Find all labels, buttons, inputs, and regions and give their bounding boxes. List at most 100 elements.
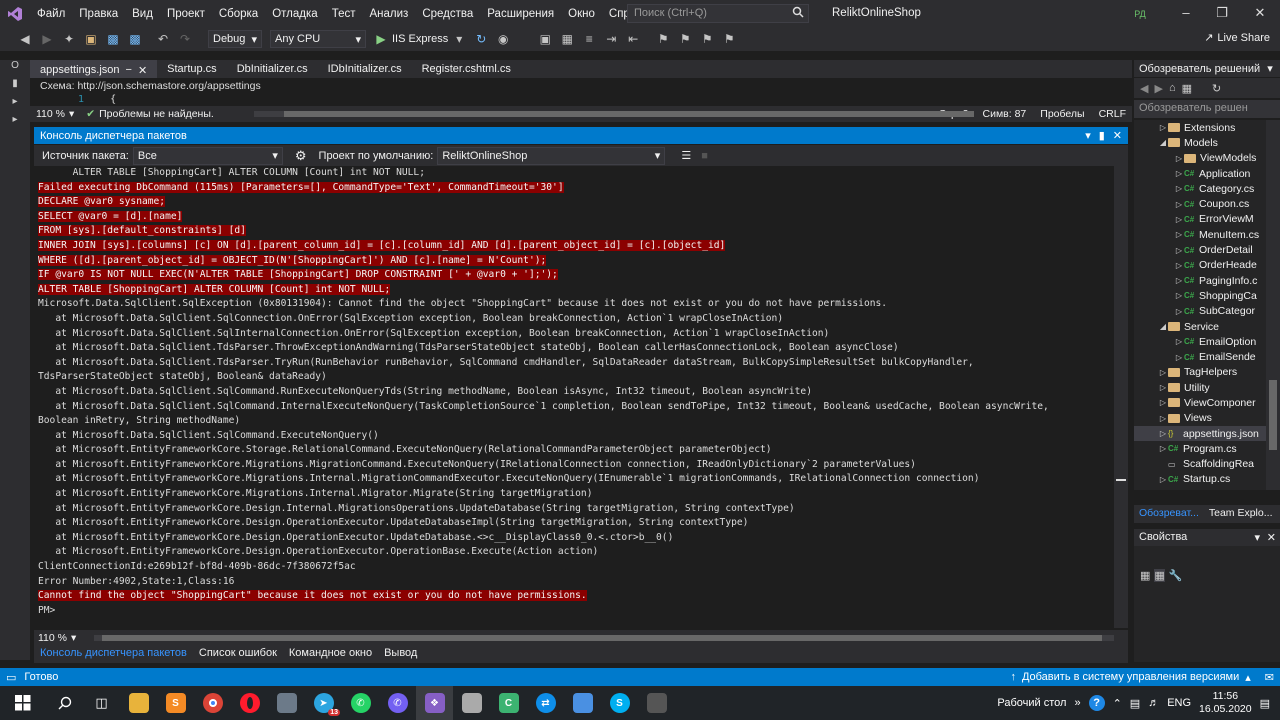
tree-item[interactable]: ▷ C# Category.cs (1134, 181, 1266, 196)
bookmark-icon[interactable]: ⚑ (654, 30, 672, 48)
bottom-tab[interactable]: Консоль диспетчера пакетов (34, 646, 193, 663)
expand-chevron-icon[interactable]: ▷ (1174, 337, 1184, 346)
expand-chevron-icon[interactable]: ▷ (1174, 154, 1184, 163)
expand-chevron-icon[interactable]: ▷ (1158, 429, 1168, 438)
doc-tab[interactable]: appsettings.json − ✕ (30, 60, 158, 78)
app-icon[interactable] (564, 686, 601, 720)
tree-item[interactable]: ▷ C# OrderDetail (1134, 242, 1266, 257)
tree-item[interactable]: ▷ Views (1134, 411, 1266, 426)
menu-item[interactable]: Файл (30, 8, 72, 20)
menu-item[interactable]: Тест (325, 8, 363, 20)
pmc-output[interactable]: ALTER TABLE [ShoppingCart] ALTER COLUMN … (34, 166, 1114, 628)
save-all-icon[interactable]: ▩ (126, 30, 144, 48)
forward-icon[interactable]: ▶ (38, 30, 56, 48)
expand-chevron-icon[interactable]: ▷ (1158, 475, 1168, 484)
sync-icon[interactable]: ↻ (1212, 82, 1221, 95)
doc-tab[interactable]: Register.cshtml.cs (412, 60, 521, 78)
expand-icon[interactable]: ▸ (0, 114, 30, 132)
app-icon[interactable] (453, 686, 490, 720)
menu-item[interactable]: Отладка (265, 8, 324, 20)
tree-item[interactable]: ▷ C# ShoppingCa (1134, 288, 1266, 303)
expand-chevron-icon[interactable]: ▷ (1174, 215, 1184, 224)
tree-item[interactable]: ▷ Extensions (1134, 120, 1266, 135)
editor-area[interactable]: 1 { (30, 94, 1132, 106)
teamviewer-icon[interactable]: ⇄ (527, 686, 564, 720)
expand-chevron-icon[interactable]: ▷ (1158, 368, 1168, 377)
expand-chevron-icon[interactable]: ◢ (1158, 138, 1168, 147)
pin-icon[interactable]: ▮ (1099, 129, 1105, 142)
whitespace-indicator[interactable]: Пробелы (1040, 108, 1084, 120)
skype-icon[interactable]: S (601, 686, 638, 720)
gear-icon[interactable]: ⚙ (295, 148, 307, 164)
expand-chevron-icon[interactable]: ▷ (1174, 353, 1184, 362)
close-button[interactable]: ✕ (1252, 5, 1268, 21)
new-project-icon[interactable]: ✦ (60, 30, 78, 48)
close-icon[interactable]: ✕ (1113, 129, 1122, 142)
expand-chevron-icon[interactable]: ▷ (1174, 246, 1184, 255)
maximize-button[interactable]: ❐ (1214, 5, 1230, 21)
avatar[interactable]: РД (1131, 5, 1149, 23)
chevron-down-icon[interactable]: ▾ (69, 108, 74, 120)
tree-item[interactable]: ▷ ViewComponer (1134, 395, 1266, 410)
expand-chevron-icon[interactable]: ▷ (1158, 414, 1168, 423)
back-icon[interactable]: ◀ (16, 30, 34, 48)
window-options-icon[interactable]: ▾ (1267, 63, 1273, 75)
menu-item[interactable]: Окно (561, 8, 602, 20)
chevron-icon[interactable]: » (1074, 697, 1080, 709)
expand-chevron-icon[interactable]: ▷ (1174, 291, 1184, 300)
alphabetical-icon[interactable]: ▦ (1154, 568, 1165, 582)
tree-item[interactable]: ▷ C# SubCategor (1134, 304, 1266, 319)
bookmark-clear-icon[interactable]: ⚑ (720, 30, 738, 48)
expand-chevron-icon[interactable]: ▷ (1158, 383, 1168, 392)
close-icon[interactable]: ✕ (138, 64, 147, 77)
chevron-up-icon[interactable]: ▴ (1245, 671, 1251, 684)
bookmark-prev-icon[interactable]: ⚑ (676, 30, 694, 48)
expand-chevron-icon[interactable]: ▷ (1174, 169, 1184, 178)
panel-tab[interactable]: Team Explo... (1204, 505, 1278, 523)
menu-item[interactable]: Правка (72, 8, 125, 20)
network-icon[interactable]: ▤ (1130, 697, 1140, 710)
pmc-zoom[interactable]: 110 % (38, 632, 67, 644)
pin-icon[interactable]: ▮ (0, 78, 30, 96)
calculator-icon[interactable] (638, 686, 675, 720)
clear-console-icon[interactable]: ☰ (681, 149, 691, 162)
bookmark-next-icon[interactable]: ⚑ (698, 30, 716, 48)
menu-item[interactable]: Вид (125, 8, 160, 20)
tree-item[interactable]: ▷ ViewModels (1134, 151, 1266, 166)
property-pages-icon[interactable]: 🔧 (1169, 569, 1183, 582)
tree-item[interactable]: ▷ C# ErrorViewM (1134, 212, 1266, 227)
configuration-select[interactable]: Debug ▾ (208, 30, 262, 48)
categorized-icon[interactable]: ▦ (1140, 569, 1150, 582)
expand-chevron-icon[interactable]: ▷ (1174, 307, 1184, 316)
window-options-icon[interactable]: ▾ (1085, 129, 1091, 142)
horizontal-scrollbar[interactable] (253, 111, 974, 117)
redo-icon[interactable]: ↷ (176, 30, 194, 48)
camtasia-icon[interactable]: C (490, 686, 527, 720)
search-icon[interactable] (46, 686, 83, 720)
chevron-down-icon[interactable]: ▾ (71, 632, 76, 644)
expand-chevron-icon[interactable]: ▷ (1158, 398, 1168, 407)
clock[interactable]: 11:56 16.05.2020 (1199, 690, 1252, 716)
tree-item[interactable]: ▷ C# Coupon.cs (1134, 196, 1266, 211)
eol-indicator[interactable]: CRLF (1099, 108, 1126, 120)
doc-tab[interactable]: DbInitializer.cs (227, 60, 318, 78)
tree-item[interactable]: ▷ C# EmailOption (1134, 334, 1266, 349)
bottom-tab[interactable]: Командное окно (283, 646, 378, 663)
search-input[interactable]: Поиск (Ctrl+Q) (627, 4, 809, 23)
whatsapp-icon[interactable]: ✆ (342, 686, 379, 720)
help-icon[interactable]: ? (1088, 695, 1105, 711)
add-to-source-control-button[interactable]: Добавить в систему управления версиями (1022, 671, 1239, 683)
expand-chevron-icon[interactable]: ▷ (1174, 200, 1184, 209)
home-icon[interactable]: ⌂ (1169, 82, 1176, 94)
expand-chevron-icon[interactable]: ▷ (1174, 276, 1184, 285)
menu-item[interactable]: Расширения (480, 8, 561, 20)
bottom-tab[interactable]: Вывод (378, 646, 423, 663)
layout-icon[interactable]: ▦ (558, 30, 576, 48)
tree-item[interactable]: ▷ Utility (1134, 380, 1266, 395)
undo-icon[interactable]: ↶ (154, 30, 172, 48)
file-explorer-icon[interactable] (120, 686, 157, 720)
tree-item[interactable]: ◢ Service (1134, 319, 1266, 334)
tree-item[interactable]: ▷ C# Application (1134, 166, 1266, 181)
vertical-scrollbar[interactable] (1266, 120, 1280, 490)
chevron-up-icon[interactable]: ⌃ (1113, 697, 1122, 710)
